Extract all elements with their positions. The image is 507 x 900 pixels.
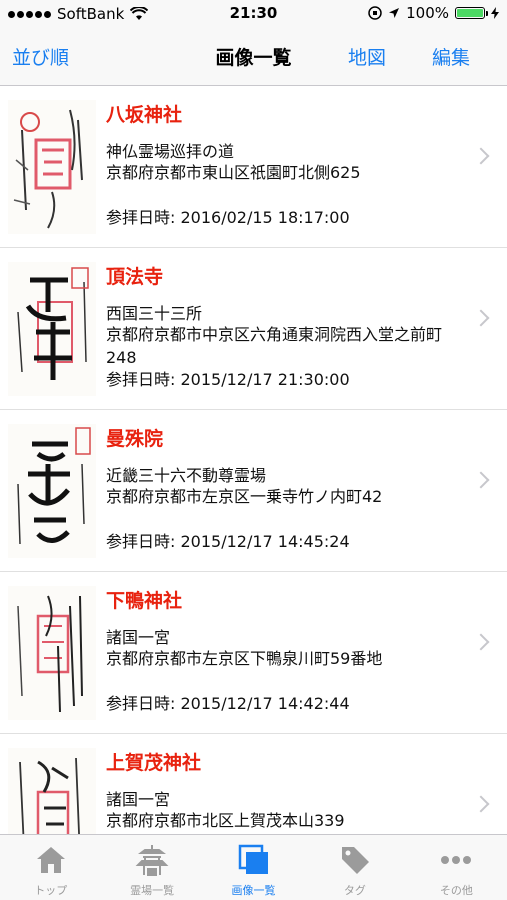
- tab-label: 画像一覧: [231, 884, 276, 897]
- shrine-name: 頂法寺: [106, 266, 164, 288]
- goshuin-thumbnail: [8, 100, 96, 234]
- tab-label: 霊場一覧: [130, 884, 175, 897]
- orientation-lock-icon: [368, 6, 382, 20]
- list-item[interactable]: 八坂神社 神仏霊場巡拝の道 京都府京都市東山区祇園町北側625 参拝日時: 20…: [0, 86, 507, 248]
- visit-date: 参拝日時: 2015/12/17 21:30:00: [106, 370, 350, 389]
- images-icon: [238, 844, 268, 874]
- house-icon: [36, 847, 65, 873]
- tab-tags[interactable]: タグ: [304, 835, 405, 900]
- list-item[interactable]: 上賀茂神社 諸国一宮 京都府京都市北区上賀茂本山339: [0, 734, 507, 834]
- temple-icon: [135, 845, 169, 876]
- address: 京都府京都市左京区一乗寺竹ノ内町42: [106, 487, 383, 506]
- chevron-right-icon: [472, 633, 490, 651]
- tab-label: その他: [439, 884, 473, 897]
- shrine-name: 曼殊院: [106, 428, 164, 450]
- map-button[interactable]: 地図: [348, 43, 386, 70]
- address: 京都府京都市左京区下鴨泉川町59番地: [106, 649, 383, 668]
- edit-button[interactable]: 編集: [432, 43, 470, 70]
- list-item[interactable]: 下鴨神社 諸国一宮 京都府京都市左京区下鴨泉川町59番地 参拝日時: 2015/…: [0, 572, 507, 734]
- pilgrimage-category: 西国三十三所: [106, 304, 203, 323]
- goshuin-thumbnail: [8, 586, 96, 720]
- address: 京都府京都市北区上賀茂本山339: [106, 811, 345, 830]
- goshuin-thumbnail: [8, 748, 96, 834]
- chevron-right-icon: [472, 147, 490, 165]
- charging-icon: [491, 7, 499, 19]
- status-bar: SoftBank 21:30 100%: [0, 0, 507, 28]
- pilgrimage-category: 諸国一宮: [106, 628, 171, 647]
- goshuin-thumbnail: [8, 424, 96, 558]
- list-item[interactable]: 頂法寺 西国三十三所 京都府京都市中京区六角通東洞院西入堂之前町248 参拝日時…: [0, 248, 507, 410]
- address: 京都府京都市中京区六角通東洞院西入堂之前町248: [106, 325, 443, 367]
- list-item[interactable]: 曼殊院 近畿三十六不動尊霊場 京都府京都市左京区一乗寺竹ノ内町42 参拝日時: …: [0, 410, 507, 572]
- goshuin-thumbnail: [8, 262, 96, 396]
- image-list[interactable]: 八坂神社 神仏霊場巡拝の道 京都府京都市東山区祇園町北側625 参拝日時: 20…: [0, 86, 507, 834]
- tab-more[interactable]: その他: [406, 835, 507, 900]
- battery-percent: 100%: [406, 4, 449, 22]
- tab-label: タグ: [343, 884, 366, 897]
- visit-date: 参拝日時: 2015/12/17 14:45:24: [106, 532, 350, 551]
- tab-bar: トップ 霊場一覧 画像一覧 タグ その他: [0, 834, 507, 900]
- status-right: 100%: [368, 4, 499, 22]
- visit-date: 参拝日時: 2015/12/17 14:42:44: [106, 694, 350, 713]
- tab-image-list[interactable]: 画像一覧: [203, 835, 304, 900]
- more-icon: [441, 856, 472, 864]
- shrine-name: 下鴨神社: [106, 590, 183, 612]
- battery-icon: [455, 7, 488, 19]
- shrine-name: 上賀茂神社: [106, 752, 202, 774]
- shrine-name: 八坂神社: [106, 104, 183, 126]
- chevron-right-icon: [472, 471, 490, 489]
- address: 京都府京都市東山区祇園町北側625: [106, 163, 361, 182]
- pilgrimage-category: 神仏霊場巡拝の道: [106, 142, 235, 161]
- tab-top[interactable]: トップ: [0, 835, 101, 900]
- chevron-right-icon: [472, 309, 490, 327]
- navigation-bar: 並び順 画像一覧 地図 編集: [0, 28, 507, 86]
- tab-reijo-list[interactable]: 霊場一覧: [101, 835, 202, 900]
- pilgrimage-category: 諸国一宮: [106, 790, 171, 809]
- pilgrimage-category: 近畿三十六不動尊霊場: [106, 466, 267, 485]
- tag-icon: [341, 847, 369, 874]
- visit-date: 参拝日時: 2016/02/15 18:17:00: [106, 208, 350, 227]
- chevron-right-icon: [472, 795, 490, 813]
- tab-label: トップ: [34, 884, 68, 897]
- location-icon: [389, 8, 400, 18]
- page-title: 画像一覧: [215, 47, 292, 69]
